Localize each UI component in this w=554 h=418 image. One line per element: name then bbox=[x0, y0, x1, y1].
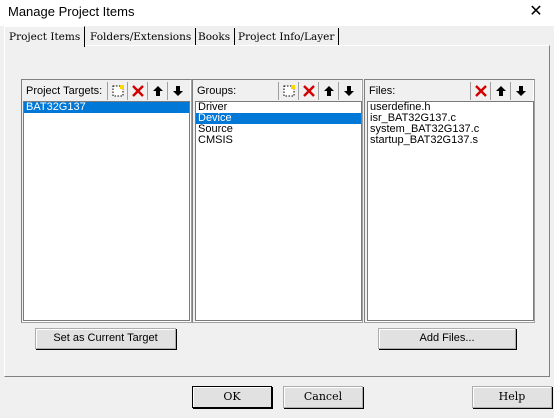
files-label: Files: bbox=[369, 85, 396, 97]
project-targets-group: Project Targets: BAT32G137 bbox=[21, 79, 192, 323]
groups-group: Groups: Driver Device Source CMSIS bbox=[192, 79, 363, 323]
new-icon[interactable] bbox=[107, 82, 127, 100]
add-files-button[interactable]: Add Files... bbox=[378, 328, 516, 349]
files-header: Files: bbox=[365, 80, 534, 102]
delete-icon[interactable] bbox=[127, 82, 147, 100]
project-targets-label: Project Targets: bbox=[26, 85, 103, 97]
arrow-up-icon[interactable] bbox=[318, 82, 338, 100]
delete-icon[interactable] bbox=[298, 82, 318, 100]
groups-header: Groups: bbox=[193, 80, 362, 102]
files-list[interactable]: userdefine.h isr_BAT32G137.c system_BAT3… bbox=[367, 101, 534, 321]
project-targets-header: Project Targets: bbox=[22, 80, 191, 102]
arrow-up-icon[interactable] bbox=[147, 82, 167, 100]
window-title: Manage Project Items bbox=[8, 4, 135, 19]
tab-project-info-layer[interactable]: Project Info/Layer bbox=[234, 28, 340, 46]
help-button[interactable]: Help bbox=[472, 386, 552, 408]
tab-strip: Project Items Folders/Extensions Books P… bbox=[4, 26, 550, 47]
new-icon[interactable] bbox=[278, 82, 298, 100]
close-icon[interactable]: ✕ bbox=[526, 2, 546, 22]
project-targets-list[interactable]: BAT32G137 bbox=[23, 101, 190, 321]
ok-button[interactable]: OK bbox=[192, 386, 272, 408]
list-item[interactable]: CMSIS bbox=[196, 135, 361, 146]
list-item[interactable]: BAT32G137 bbox=[24, 102, 189, 113]
tab-books[interactable]: Books bbox=[194, 28, 236, 46]
tab-project-items[interactable]: Project Items bbox=[4, 26, 86, 47]
arrow-down-icon[interactable] bbox=[338, 82, 358, 100]
cancel-button[interactable]: Cancel bbox=[283, 386, 363, 408]
arrow-down-icon[interactable] bbox=[510, 82, 530, 100]
list-item[interactable]: startup_BAT32G137.s bbox=[368, 135, 533, 146]
tab-folders-extensions[interactable]: Folders/Extensions bbox=[86, 28, 197, 46]
groups-label: Groups: bbox=[197, 85, 237, 97]
delete-icon[interactable] bbox=[470, 82, 490, 100]
arrow-down-icon[interactable] bbox=[167, 82, 187, 100]
set-current-target-button[interactable]: Set as Current Target bbox=[35, 328, 176, 349]
files-group: Files: userdefine.h isr_BAT32G137.c syst… bbox=[364, 79, 535, 323]
groups-list[interactable]: Driver Device Source CMSIS bbox=[195, 101, 362, 321]
arrow-up-icon[interactable] bbox=[490, 82, 510, 100]
